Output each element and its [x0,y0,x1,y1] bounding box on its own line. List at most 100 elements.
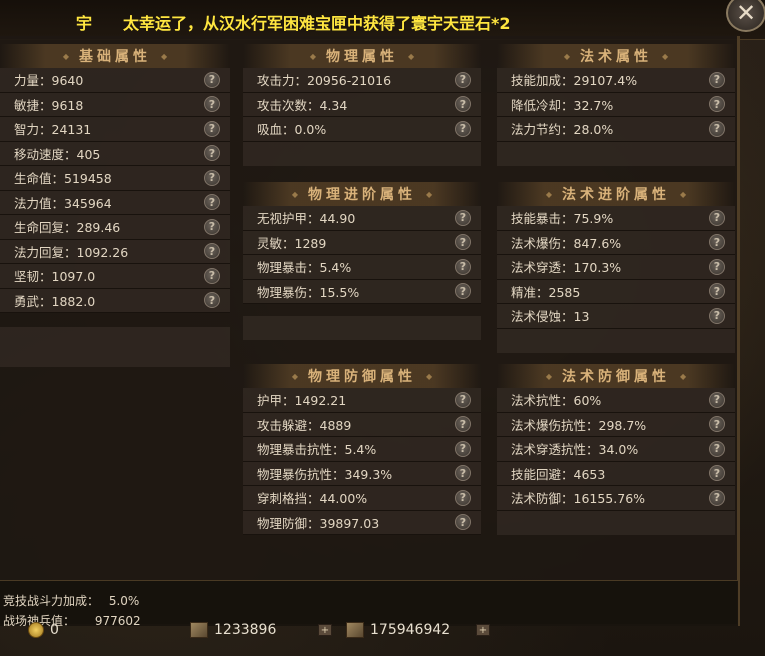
section-filler [243,141,481,166]
arena-power-value: 5.0% [108,594,140,608]
attribute-row: 生命值：519458? [0,166,230,191]
help-icon[interactable]: ? [709,209,725,226]
help-icon[interactable]: ? [709,416,725,433]
attribute-label: 攻击次数：4.34 [257,97,348,113]
close-button[interactable]: ✕ [726,0,765,32]
add-resource-3-button[interactable]: + [476,624,490,636]
help-icon[interactable]: ? [455,120,471,137]
help-icon[interactable]: ? [455,258,471,275]
attribute-row: 法术穿透抗性：34.0%? [497,437,735,462]
help-icon[interactable]: ? [709,234,725,251]
section-physical-defense: 物理防御属性 护甲：1492.21?攻击躲避：4889?物理暴击抗性：5.4%?… [243,364,481,535]
attribute-row: 攻击力：20956-21016? [243,68,481,93]
resource-3-amount: 175946942 [370,622,451,638]
help-icon[interactable]: ? [204,194,220,211]
help-icon[interactable]: ? [709,440,725,457]
help-icon[interactable]: ? [204,145,220,162]
gem-icon [346,622,364,638]
section-filler [0,327,230,343]
help-icon[interactable]: ? [709,307,725,324]
section-physical: 物理属性 攻击力：20956-21016?攻击次数：4.34?吸血：0.0%? [243,44,481,166]
help-icon[interactable]: ? [709,489,725,506]
section-filler [243,316,481,340]
attribute-row: 攻击次数：4.34? [243,92,481,117]
section-magic-defense: 法术防御属性 法术抗性：60%?法术爆伤抗性：298.7%?法术穿透抗性：34.… [497,364,735,535]
help-icon[interactable]: ? [204,71,220,88]
attribute-label: 物理防御：39897.03 [257,515,380,531]
help-icon[interactable]: ? [204,218,220,235]
help-icon[interactable]: ? [455,209,471,226]
attribute-label: 技能暴击：75.9% [511,211,614,227]
attribute-label: 法力值：345964 [14,195,112,211]
help-icon[interactable]: ? [709,465,725,482]
help-icon[interactable]: ? [709,96,725,113]
help-icon[interactable]: ? [204,267,220,284]
attribute-row: 移动速度：405? [0,141,230,166]
help-icon[interactable]: ? [455,391,471,408]
section-title-basic: 基础属性 [0,44,230,68]
help-icon[interactable]: ? [455,283,471,300]
attribute-label: 法术侵蚀：13 [511,309,590,325]
attribute-row: 精准：2585? [497,279,735,304]
help-icon[interactable]: ? [455,489,471,506]
help-icon[interactable]: ? [204,120,220,137]
attribute-label: 技能加成：29107.4% [511,73,638,89]
arena-power-label: 竞技战斗力加成： [3,594,100,608]
attribute-row: 技能暴击：75.9%? [497,206,735,231]
help-icon[interactable]: ? [709,258,725,275]
attribute-label: 攻击躲避：4889 [257,417,352,433]
attribute-row: 法力回复：1092.26? [0,239,230,264]
attribute-row: 敏捷：9618? [0,92,230,117]
attribute-label: 穿刺格挡：44.00% [257,491,368,507]
attribute-row: 物理防御：39897.03? [243,510,481,535]
help-icon[interactable]: ? [709,120,725,137]
resource-2: 1233896 [190,620,276,640]
attribute-row: 法术穿透：170.3%? [497,255,735,280]
attribute-row: 物理暴击：5.4%? [243,255,481,280]
help-icon[interactable]: ? [204,169,220,186]
attribute-label: 无视护甲：44.90 [257,211,356,227]
attribute-label: 法术防御：16155.76% [511,491,646,507]
section-title-physical: 物理属性 [243,44,481,68]
attribute-label: 生命值：519458 [14,171,112,187]
attribute-row: 法力节约：28.0%? [497,117,735,142]
help-icon[interactable]: ? [455,71,471,88]
section-title-physical-defense: 物理防御属性 [243,364,481,388]
help-icon[interactable]: ? [455,416,471,433]
help-icon[interactable]: ? [455,514,471,531]
attribute-row: 护甲：1492.21? [243,388,481,413]
section-magic-advanced: 法术进阶属性 技能暴击：75.9%?法术爆伤：847.6%?法术穿透：170.3… [497,182,735,353]
resource-gold: 0 [28,620,59,640]
help-icon[interactable]: ? [709,283,725,300]
attribute-label: 物理暴击：5.4% [257,260,352,276]
attribute-label: 护甲：1492.21 [257,393,347,409]
section-title-magic-advanced: 法术进阶属性 [497,182,735,206]
help-icon[interactable]: ? [204,292,220,309]
section-title-magic-defense: 法术防御属性 [497,364,735,388]
attribute-label: 法术爆伤：847.6% [511,235,622,251]
help-icon[interactable]: ? [455,440,471,457]
add-resource-2-button[interactable]: + [318,624,332,636]
section-magic: 法术属性 技能加成：29107.4%?降低冷却：32.7%?法力节约：28.0%… [497,44,735,166]
attribute-row: 法术抗性：60%? [497,388,735,413]
help-icon[interactable]: ? [455,465,471,482]
section-filler [0,343,230,367]
help-icon[interactable]: ? [204,96,220,113]
attribute-label: 法力回复：1092.26 [14,244,129,260]
attribute-label: 技能回避：4653 [511,466,606,482]
help-icon[interactable]: ? [709,71,725,88]
attribute-label: 物理暴伤：15.5% [257,284,360,300]
help-icon[interactable]: ? [455,234,471,251]
attribute-label: 智力：24131 [14,122,92,138]
attribute-label: 法术抗性：60% [511,393,602,409]
attribute-label: 法术穿透：170.3% [511,260,622,276]
attribute-row: 法术防御：16155.76%? [497,486,735,511]
help-icon[interactable]: ? [455,96,471,113]
help-icon[interactable]: ? [709,391,725,408]
attribute-row: 物理暴伤：15.5%? [243,279,481,304]
help-icon[interactable]: ? [204,243,220,260]
attribute-row: 生命回复：289.46? [0,215,230,240]
attribute-row: 坚韧：1097.0? [0,264,230,289]
close-icon: ✕ [735,0,757,27]
attribute-label: 法术爆伤抗性：298.7% [511,417,647,433]
